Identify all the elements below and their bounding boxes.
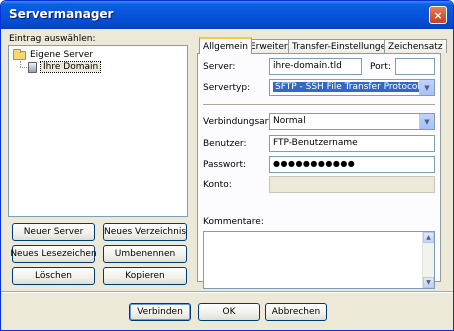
tab-general[interactable]: Allgemein [199,37,252,54]
section-divider [203,104,435,106]
account-input [269,176,435,193]
password-input[interactable]: ●●●●●●●●●●● [269,156,435,173]
tree-guide-line [20,67,27,68]
close-icon: × [433,8,443,22]
logon-type-select[interactable]: Normal ▼ [269,113,435,130]
logon-type-label: Verbindungsart: [203,117,275,127]
tree-item-my-servers[interactable]: Eigene Server [13,48,94,61]
server-input[interactable]: ihre-domain.tld [269,58,362,75]
password-label: Passwort: [203,160,247,170]
tree-item-your-domain[interactable]: Ihre Domain [28,61,102,73]
chevron-down-icon[interactable]: ▼ [419,80,434,95]
servertype-label: Servertyp: [203,83,251,93]
new-folder-button[interactable]: Neues Verzeichnis [103,223,187,241]
rename-button[interactable]: Umbenennen [103,245,187,263]
close-button[interactable]: × [429,6,447,24]
tab-transfer-settings[interactable]: Transfer-Einstellungen [288,39,396,53]
server-tree[interactable]: Eigene Server Ihre Domain [8,45,188,217]
copy-button[interactable]: Kopieren [103,267,187,285]
new-server-button[interactable]: Neuer Server [12,223,95,241]
servertype-select[interactable]: SFTP - SSH File Transfer Protocol ▼ [269,79,435,96]
servertype-value: SFTP - SSH File Transfer Protocol [273,82,422,92]
connect-button[interactable]: Verbinden [129,303,191,321]
cancel-button[interactable]: Abbrechen [265,303,327,321]
port-input[interactable] [395,58,435,75]
server-icon [28,61,37,73]
logon-type-value: Normal [273,116,306,126]
chevron-down-icon[interactable]: ▼ [419,114,434,129]
footer-divider [1,291,453,293]
comments-textarea[interactable]: ▲ ▼ [203,231,435,289]
comments-scrollbar[interactable]: ▲ ▼ [422,232,434,288]
servermanager-window: Servermanager × Eintrag auswählen: Eigen… [0,0,454,331]
title-bar[interactable]: Servermanager × [1,1,453,29]
tree-item-label: Ihre Domain [39,61,102,73]
scroll-down-icon[interactable]: ▼ [423,277,434,288]
user-label: Benutzer: [203,139,247,149]
new-bookmark-button[interactable]: Neues Lesezeichen [10,245,97,263]
delete-button[interactable]: Löschen [12,267,95,285]
account-label: Konto: [203,180,232,190]
server-label: Server: [203,62,236,72]
entry-select-label: Eintrag auswählen: [9,34,96,44]
general-tab-panel: Server: ihre-domain.tld Port: Servertyp:… [197,53,441,289]
ok-button[interactable]: OK [198,303,260,321]
folder-icon [13,48,26,60]
window-title: Servermanager [9,7,114,21]
comments-label: Kommentare: [203,217,264,227]
tab-charset[interactable]: Zeichensatz [384,39,447,53]
tab-strip: Allgemein Erweitert Transfer-Einstellung… [197,37,447,54]
settings-tab-area: Allgemein Erweitert Transfer-Einstellung… [197,37,447,289]
user-input[interactable]: FTP-Benutzername [269,135,435,152]
scroll-up-icon[interactable]: ▲ [423,232,434,243]
port-label: Port: [370,62,391,72]
tree-item-label: Eigene Server [30,50,94,60]
